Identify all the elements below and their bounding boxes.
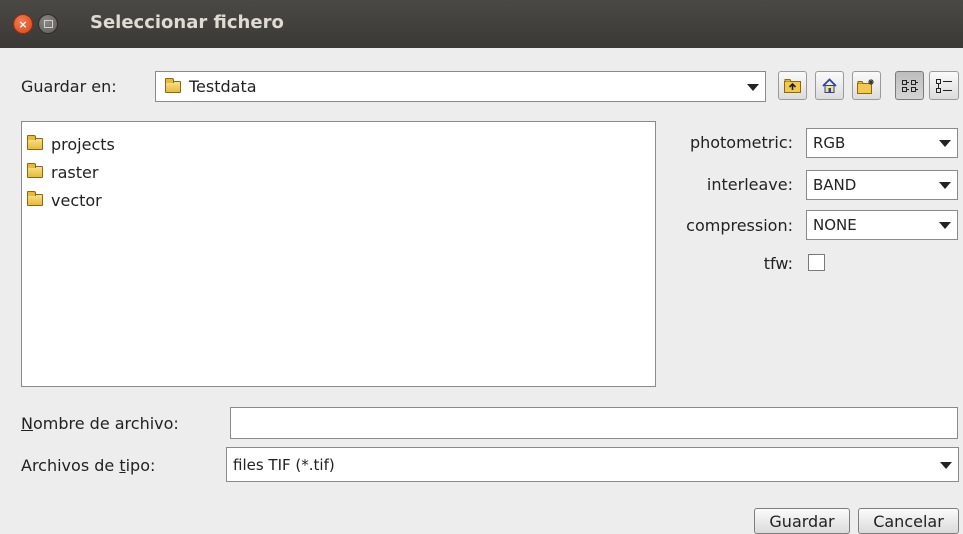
compression-select[interactable]: NONE — [806, 210, 958, 240]
file-name: projects — [51, 134, 115, 154]
window-title: Seleccionar fichero — [90, 12, 284, 33]
cancel-button[interactable]: Cancelar — [858, 508, 959, 534]
file-name: raster — [51, 162, 99, 182]
title-bar: × Seleccionar fichero — [0, 0, 963, 48]
close-window-button[interactable]: × — [13, 14, 33, 34]
interleave-label: interleave: — [706, 175, 793, 194]
list-item[interactable]: projects — [22, 130, 655, 158]
filetype-dropdown[interactable]: files TIF (*.tif) — [226, 447, 959, 482]
file-list[interactable]: projects raster vector — [21, 121, 656, 387]
save-in-label: Guardar en: — [21, 77, 117, 96]
list-view-icon — [901, 79, 918, 92]
list-item[interactable]: vector — [22, 186, 655, 214]
file-name: vector — [51, 190, 102, 210]
new-folder-button[interactable] — [852, 71, 881, 100]
filetype-label: Archivos de tipo: — [21, 456, 156, 475]
photometric-label: photometric: — [689, 133, 793, 152]
tfw-checkbox[interactable] — [808, 254, 825, 271]
home-icon — [822, 77, 837, 93]
save-in-value: Testdata — [189, 77, 257, 96]
list-item[interactable]: raster — [22, 158, 655, 186]
save-in-dropdown[interactable]: Testdata — [155, 71, 766, 102]
interleave-select[interactable]: BAND — [806, 170, 958, 200]
details-view-button[interactable] — [929, 71, 959, 100]
tfw-label: tfw: — [763, 254, 793, 273]
filetype-value: files TIF (*.tif) — [233, 455, 335, 474]
close-icon: × — [18, 17, 28, 31]
chevron-down-icon — [939, 140, 951, 147]
photometric-select[interactable]: RGB — [806, 128, 958, 158]
home-button[interactable] — [815, 71, 844, 100]
chevron-down-icon — [939, 182, 951, 189]
chevron-down-icon — [939, 222, 951, 229]
filename-label: Nombre de archivo: — [21, 414, 179, 433]
details-view-icon — [936, 78, 952, 93]
photometric-value: RGB — [813, 134, 846, 152]
list-view-button[interactable] — [895, 71, 924, 100]
compression-label: compression: — [686, 216, 793, 235]
compression-value: NONE — [813, 216, 857, 234]
save-button[interactable]: Guardar — [754, 508, 850, 534]
chevron-down-icon — [940, 461, 952, 469]
maximize-window-button[interactable] — [38, 14, 58, 34]
interleave-value: BAND — [813, 176, 857, 194]
chevron-down-icon — [747, 83, 759, 91]
up-folder-button[interactable] — [778, 71, 807, 100]
folder-icon — [27, 163, 43, 178]
new-folder-icon — [857, 78, 874, 94]
folder-icon — [27, 135, 43, 150]
filename-input[interactable] — [230, 407, 958, 439]
folder-icon — [27, 191, 43, 206]
maximize-icon — [43, 20, 53, 28]
folder-icon — [165, 77, 181, 93]
up-folder-icon — [784, 79, 801, 93]
